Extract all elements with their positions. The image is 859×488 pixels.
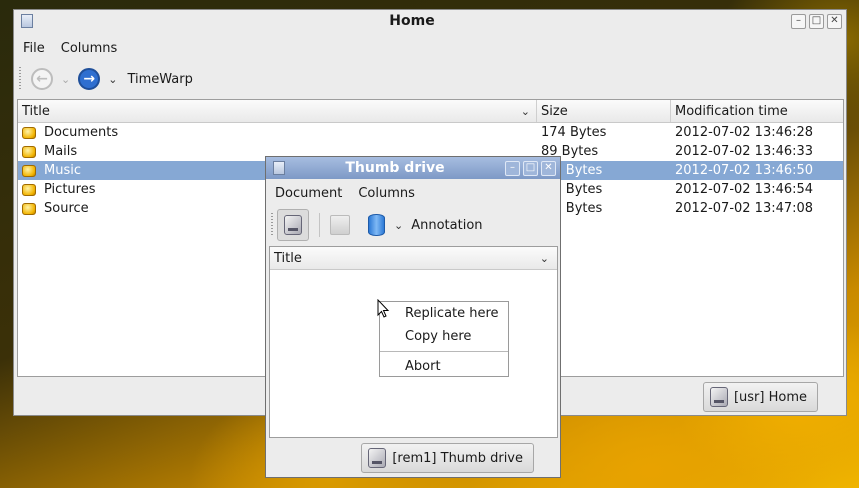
sort-chevron-icon[interactable]: ⌄ [540,252,549,265]
maximize-icon[interactable]: □ [523,160,538,176]
column-size-header[interactable]: Size [537,100,671,122]
column-title-header[interactable]: Title ⌄ [270,247,557,269]
minimize-icon[interactable]: – [505,160,520,176]
folder-icon [22,164,36,177]
drive-view-button[interactable] [277,209,309,241]
thumb-menubar: Document Columns [266,183,560,203]
maximize-icon[interactable]: □ [809,13,824,29]
app-icon [273,161,285,175]
save-disk-icon[interactable] [330,215,350,235]
menu-item-replicate-here[interactable]: Replicate here [380,302,508,325]
folder-icon [22,202,36,215]
row-title: Pictures [44,182,96,197]
folder-icon [22,183,36,196]
back-dropdown-icon[interactable]: ⌄ [61,73,70,86]
home-status-label: [usr] Home [733,389,807,405]
row-title: Music [44,163,81,178]
thumb-list-header: Title ⌄ [270,247,557,270]
sort-chevron-icon[interactable]: ⌄ [521,105,530,118]
close-icon[interactable]: ✕ [541,160,556,176]
column-mtime-header[interactable]: Modification time [671,100,843,122]
row-mtime: 2012-07-02 13:46:54 [675,182,814,197]
location-label[interactable]: TimeWarp [127,72,192,87]
menu-item-abort[interactable]: Abort [380,355,508,378]
drive-icon [368,448,387,468]
minimize-icon[interactable]: – [791,13,806,29]
folder-icon [22,145,36,158]
column-mtime-label: Modification time [675,103,788,119]
drop-context-menu: Replicate here Copy here Abort [379,301,509,377]
row-mtime: 2012-07-02 13:47:08 [675,201,814,216]
home-location-button[interactable]: [usr] Home [702,382,818,412]
database-icon[interactable] [368,214,385,236]
row-title: Source [44,201,89,216]
home-list-header: Title ⌄ Size Modification time [18,100,843,123]
table-row[interactable]: Documents 174 Bytes 2012-07-02 13:46:28 [18,123,843,142]
thumb-status-label: [rem1] Thumb drive [392,450,523,466]
row-mtime: 2012-07-02 13:46:33 [675,144,814,159]
row-size: 174 Bytes [541,125,607,140]
thumb-statusbar: [rem1] Thumb drive [266,441,560,475]
column-title-label: Title [22,103,50,119]
toolbar-grip[interactable] [271,213,273,237]
folder-icon [22,126,36,139]
toolbar-grip[interactable] [19,67,21,91]
drive-icon [709,387,728,407]
row-title: Mails [44,144,78,159]
back-arrow-icon[interactable]: ← [31,68,53,90]
menu-item-copy-here[interactable]: Copy here [380,325,508,348]
hard-drive-icon [284,215,302,235]
annotation-label[interactable]: Annotation [411,218,482,233]
menu-columns[interactable]: Columns [61,41,118,56]
row-title: Documents [44,125,119,140]
annotation-dropdown-icon[interactable]: ⌄ [394,219,403,232]
column-size-label: Size [541,103,568,119]
row-mtime: 2012-07-02 13:46:28 [675,125,814,140]
home-menubar: File Columns [14,38,846,58]
menu-columns[interactable]: Columns [358,186,415,201]
forward-dropdown-icon[interactable]: ⌄ [108,73,117,86]
thumb-location-button[interactable]: [rem1] Thumb drive [361,443,534,473]
menu-file[interactable]: File [23,41,45,56]
toolbar-separator [319,213,320,237]
thumb-toolbar: ⌄ Annotation [266,208,560,242]
column-title-label: Title [274,250,302,266]
menu-document[interactable]: Document [275,186,342,201]
app-icon [21,14,33,28]
home-toolbar: ← ⌄ → ⌄ TimeWarp [14,64,846,94]
forward-arrow-icon[interactable]: → [78,68,101,90]
home-titlebar[interactable]: Home – □ ✕ [14,10,846,32]
thumb-titlebar[interactable]: Thumb drive – □ ✕ [266,157,560,179]
mouse-cursor-icon [377,299,390,318]
close-icon[interactable]: ✕ [827,13,842,29]
home-window-title: Home [389,13,435,29]
column-title-header[interactable]: Title ⌄ [18,100,537,122]
thumb-window-title: Thumb drive [345,160,445,176]
menu-separator [380,351,508,352]
row-mtime: 2012-07-02 13:46:50 [675,163,814,178]
